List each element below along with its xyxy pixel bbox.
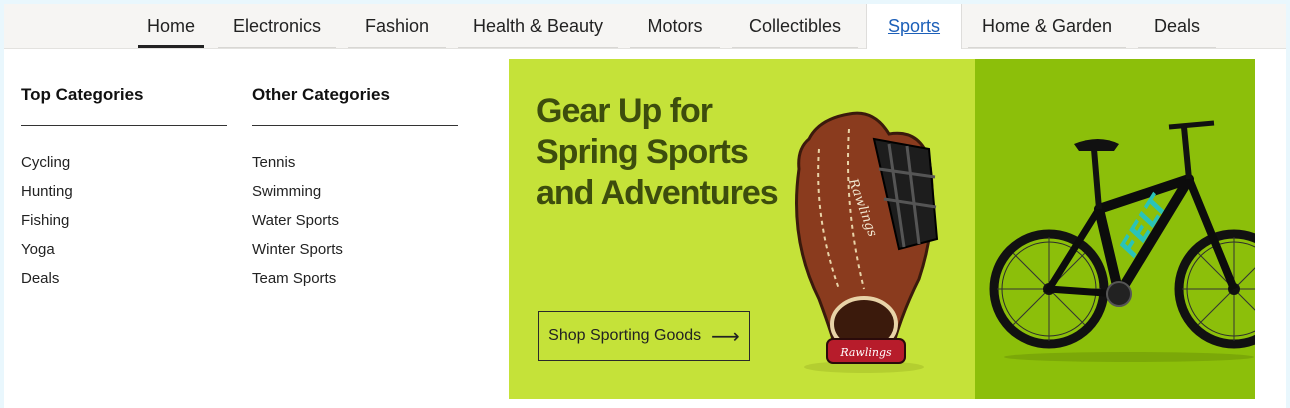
nav-item-label: Sports [887,16,941,36]
cta-label: Shop Sporting Goods [548,327,702,344]
nav-item-home[interactable]: Home [134,4,208,48]
category-link-swimming[interactable]: Swimming [252,177,458,206]
category-link-yoga[interactable]: Yoga [21,235,227,264]
nav-item-label: Electronics [232,15,322,36]
nav-separator [732,47,858,48]
column-divider [21,125,227,126]
nav-item-label: Motors [647,15,703,36]
category-link-tennis[interactable]: Tennis [252,148,458,177]
banner-headline: Gear Up for Spring Sports and Adventures [536,91,796,214]
top-categories-list: Cycling Hunting Fishing Yoga Deals [21,148,227,293]
other-categories-title: Other Categories [252,85,390,104]
nav-item-sports[interactable]: Sports [866,4,962,49]
other-categories-column: Other Categories Tennis Swimming Water S… [252,84,458,293]
category-link-cycling[interactable]: Cycling [21,148,227,177]
nav-item-label: Deals [1153,15,1201,36]
category-link-water-sports[interactable]: Water Sports [252,206,458,235]
category-link-deals[interactable]: Deals [21,264,227,293]
arrow-right-icon: ⟶ [711,325,740,348]
nav-separator [348,47,446,48]
nav-item-health-beauty[interactable]: Health & Beauty [452,4,624,48]
nav-item-motors[interactable]: Motors [624,4,726,48]
nav-current-underline [138,45,204,48]
nav-separator [968,47,1126,48]
page-frame: Home Electronics Fashion Health & Beauty… [4,4,1286,408]
nav-item-label: Collectibles [748,15,842,36]
top-categories-column: Top Categories Cycling Hunting Fishing Y… [21,84,227,293]
sports-promo-banner[interactable]: Gear Up for Spring Sports and Adventures… [509,59,1255,399]
headline-line: Gear Up for [536,92,713,130]
shop-sporting-goods-button[interactable]: Shop Sporting Goods ⟶ [538,311,750,361]
nav-item-deals[interactable]: Deals [1132,4,1222,48]
top-categories-title: Top Categories [21,85,144,104]
headline-line: Spring Sports [536,133,749,171]
nav-item-label: Home & Garden [981,15,1113,36]
nav-item-fashion[interactable]: Fashion [342,4,452,48]
category-link-team-sports[interactable]: Team Sports [252,264,458,293]
category-link-winter-sports[interactable]: Winter Sports [252,235,458,264]
nav-separator [630,47,720,48]
nav-separator [218,47,336,48]
headline-line: and Adventures [536,174,779,212]
category-link-hunting[interactable]: Hunting [21,177,227,206]
nav-item-electronics[interactable]: Electronics [212,4,342,48]
category-nav-bar: Home Electronics Fashion Health & Beauty… [4,4,1286,49]
nav-item-home-garden[interactable]: Home & Garden [962,4,1132,48]
column-divider [252,125,458,126]
nav-item-label: Fashion [364,15,430,36]
nav-separator [458,47,618,48]
other-categories-list: Tennis Swimming Water Sports Winter Spor… [252,148,458,293]
nav-separator [1138,47,1216,48]
nav-item-collectibles[interactable]: Collectibles [726,4,864,48]
category-link-fishing[interactable]: Fishing [21,206,227,235]
nav-item-label: Health & Beauty [472,15,604,36]
mountain-bike-image: FELT [989,120,1255,362]
glove-strap-brand: Rawlings [839,346,892,359]
baseball-glove-image: Rawlings Rawlings [795,111,939,373]
nav-item-label: Home [146,15,195,36]
